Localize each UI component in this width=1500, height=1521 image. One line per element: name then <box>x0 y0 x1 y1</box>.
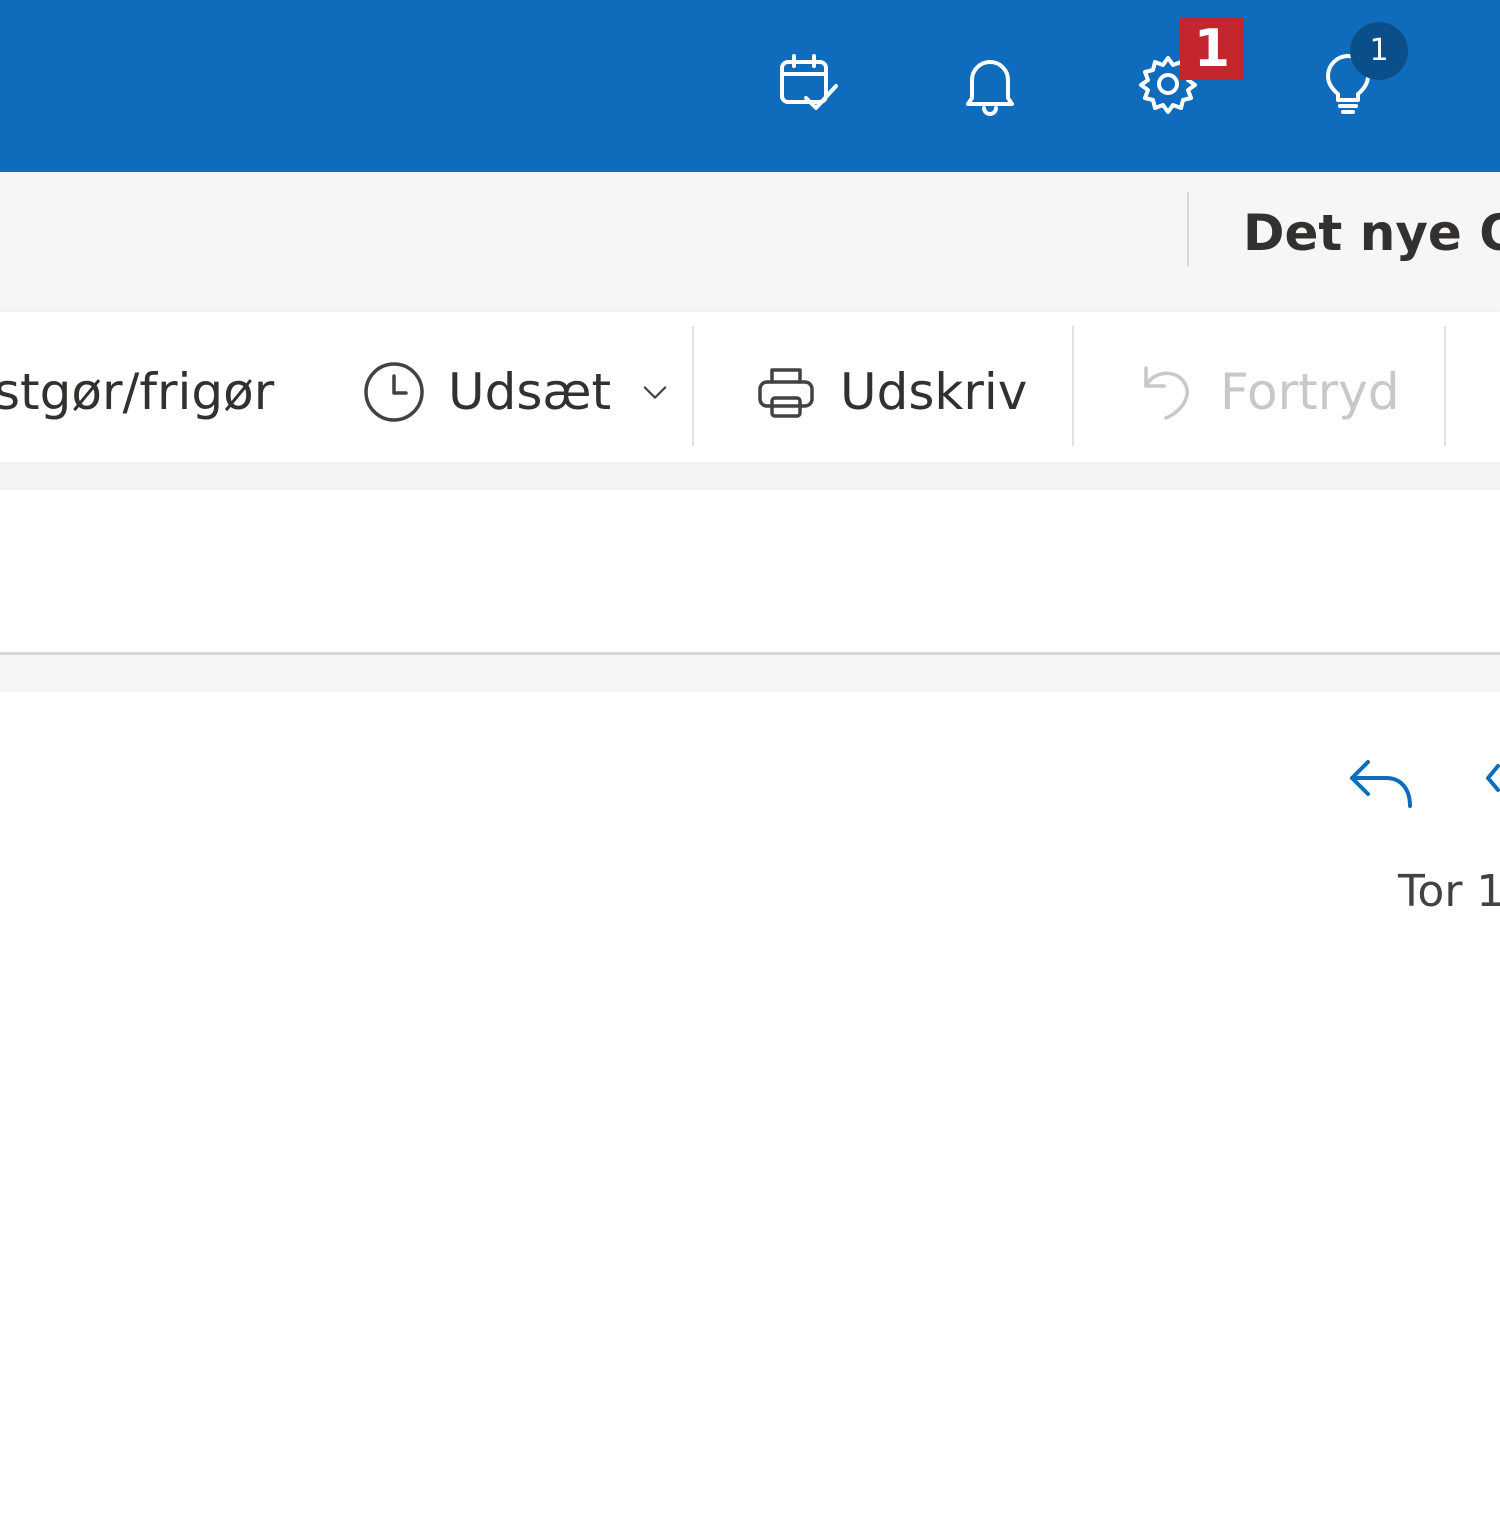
notifications-button[interactable] <box>940 34 1040 134</box>
undo-label: Fortryd <box>1220 363 1400 421</box>
pin-unpin-label: stgør/frigør <box>0 363 275 421</box>
undo-icon <box>1144 366 1189 420</box>
reading-pane-top-band <box>0 652 1500 695</box>
pin-unpin-button[interactable]: stgør/frigør <box>0 356 274 428</box>
undo-button[interactable]: Fortryd <box>1134 356 1400 428</box>
toolbar-divider <box>1072 326 1074 446</box>
snooze-button[interactable]: Udsæt <box>362 356 673 428</box>
reply-icon <box>1350 760 1412 808</box>
reply-all-icon <box>1486 764 1500 792</box>
reading-pane <box>0 692 1500 1521</box>
ribbon-toolbar: stgør/frigør Udsæt Udskriv Fortryd <box>0 312 1500 462</box>
bell-icon <box>966 60 1014 116</box>
promo-bar: Det nye Ou <box>0 172 1500 312</box>
toolbar-divider <box>692 326 694 446</box>
reply-all-button[interactable] <box>1480 752 1500 816</box>
toolbar-bottom-band <box>0 462 1500 490</box>
promo-divider <box>1187 192 1189 266</box>
settings-badge: 1 <box>1180 17 1244 80</box>
snooze-label: Udsæt <box>448 363 612 421</box>
print-label: Udskriv <box>840 363 1028 421</box>
calendar-check-icon <box>780 54 838 110</box>
chevron-down-icon <box>643 386 667 399</box>
my-day-button[interactable] <box>758 34 858 134</box>
tips-badge: 1 <box>1350 22 1408 80</box>
clock-icon <box>364 362 424 422</box>
new-outlook-toggle-label[interactable]: Det nye Ou <box>1243 204 1500 262</box>
app-header: 1 1 <box>0 0 1500 172</box>
toolbar-divider <box>1444 326 1446 446</box>
print-button[interactable]: Udskriv <box>754 356 1027 428</box>
printer-icon <box>758 368 814 418</box>
reply-button[interactable] <box>1338 752 1418 816</box>
message-date: Tor 1 <box>1398 866 1500 917</box>
